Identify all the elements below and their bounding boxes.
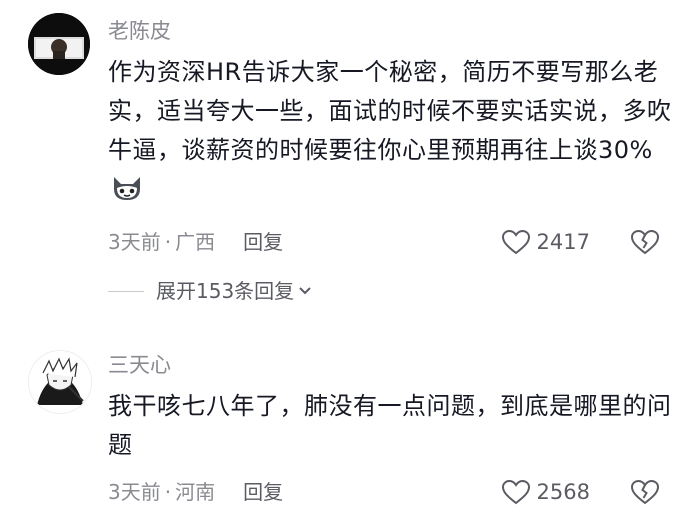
heart-icon <box>501 229 530 255</box>
comment-meta: 3天前 · 广西 回复 <box>108 229 283 255</box>
like-button[interactable]: 2417 <box>501 229 590 255</box>
comment-username[interactable]: 老陈皮 <box>108 18 171 44</box>
comment-location: 河南 <box>175 480 216 504</box>
like-count: 2568 <box>536 480 590 504</box>
avatar[interactable] <box>28 350 92 414</box>
comment-time: 3天前 <box>108 480 161 504</box>
meta-separator: · <box>164 480 172 504</box>
fox-emoji-icon <box>114 177 140 200</box>
broken-heart-icon <box>630 229 660 255</box>
comment-meta: 3天前 · 河南 回复 <box>108 479 283 505</box>
reply-button[interactable]: 回复 <box>243 229 283 255</box>
comment-time: 3天前 <box>108 230 161 254</box>
comment-text: 作为资深HR告诉大家一个秘密，简历不要写那么老实，适当夸大一些，面试的时候不要实… <box>108 53 673 209</box>
broken-heart-icon <box>630 479 660 505</box>
comment-location: 广西 <box>175 230 216 254</box>
dislike-button[interactable] <box>630 229 660 259</box>
avatar[interactable] <box>28 13 90 75</box>
divider-line <box>108 290 144 292</box>
like-button[interactable]: 2568 <box>501 479 590 505</box>
avatar-anime-drawing <box>29 351 91 413</box>
avatar-photo <box>28 13 90 75</box>
expand-replies-button[interactable]: 展开153条回复 <box>108 278 312 304</box>
chevron-down-icon <box>299 287 311 295</box>
like-count: 2417 <box>536 230 590 254</box>
comment-text-body: 作为资深HR告诉大家一个秘密，简历不要写那么老实，适当夸大一些，面试的时候不要实… <box>108 58 672 164</box>
dislike-button[interactable] <box>630 479 660 509</box>
heart-icon <box>501 479 530 505</box>
reply-button[interactable]: 回复 <box>243 479 283 505</box>
meta-separator: · <box>164 230 172 254</box>
comment-username[interactable]: 三天心 <box>108 352 171 378</box>
comment-text: 我干咳七八年了，肺没有一点问题，到底是哪里的问题 <box>108 392 672 459</box>
expand-replies-label: 展开153条回复 <box>156 279 295 303</box>
